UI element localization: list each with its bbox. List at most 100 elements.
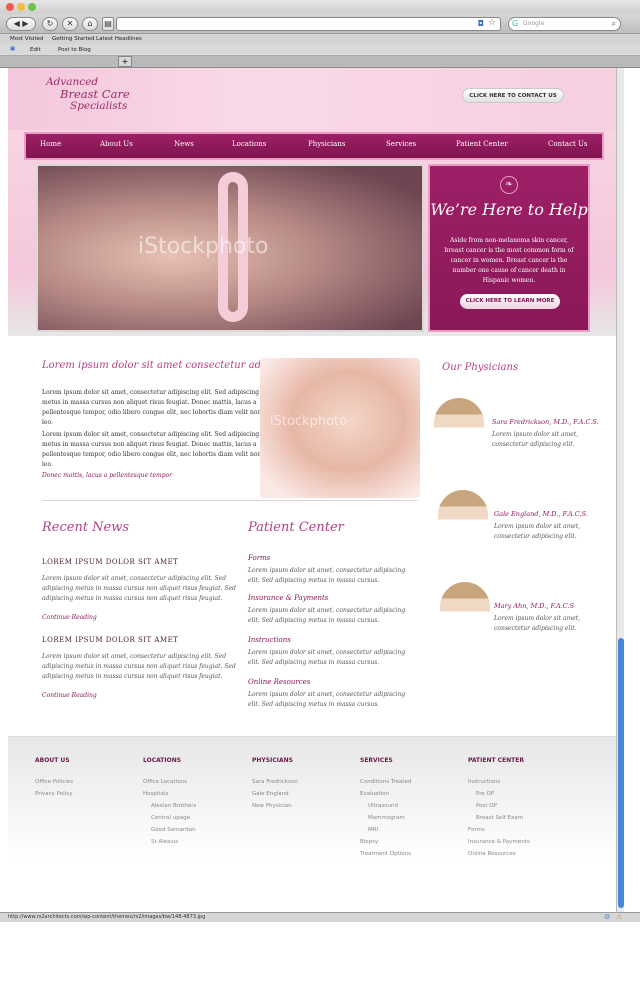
google-icon: G — [512, 19, 519, 28]
search-input[interactable]: Google G ⌕ — [508, 17, 621, 31]
site-logo[interactable]: Advanced Breast Care Specialists — [38, 76, 130, 112]
back-forward-button[interactable]: ◀ ▶ — [6, 17, 36, 31]
nav-news[interactable]: News — [174, 140, 194, 148]
magnifier-icon[interactable]: ⌕ — [612, 18, 616, 30]
physician-text-1: Lorem ipsum dolor sit amet, consectetur … — [492, 431, 579, 448]
intro-link[interactable]: Donec mattis, lacus a pellentesque tempo… — [42, 472, 274, 479]
footer-link-gale-england[interactable]: Gale England — [252, 791, 289, 797]
footer-link-ultrasound[interactable]: Ultrasound — [368, 803, 398, 809]
window-titlebar — [0, 0, 640, 14]
footer-link-mammogram[interactable]: Mammogram — [368, 815, 405, 821]
patient-center-title: Patient Center — [248, 520, 344, 535]
bookmark-getting-started[interactable]: Getting Started — [52, 36, 95, 42]
page-scrollbar[interactable] — [616, 68, 624, 912]
logo-line-2: Breast Care — [60, 87, 130, 101]
rss-icon[interactable]: ◘ — [478, 19, 484, 28]
footer-link-post-op[interactable]: Post OP — [476, 803, 497, 809]
close-window-icon[interactable] — [6, 3, 14, 11]
home-icon[interactable]: ⌂ — [82, 17, 98, 31]
footer-locations-title: LOCATIONS — [143, 757, 182, 764]
extension-icon[interactable]: ▣ — [10, 46, 15, 52]
contact-us-button[interactable]: CLICK HERE TO CONTACT US — [462, 88, 564, 103]
bookmark-star-icon[interactable]: ☆ — [488, 18, 496, 28]
address-bar[interactable]: ◘ ☆ — [116, 17, 501, 31]
minimize-window-icon[interactable] — [17, 3, 25, 11]
news-continue-2[interactable]: Continue Reading — [42, 692, 97, 699]
site-header: Advanced Breast Care Specialists CLICK H… — [8, 68, 616, 130]
search-placeholder: Google — [523, 20, 545, 27]
footer-link-privacy-policy[interactable]: Privacy Policy — [35, 791, 72, 797]
footer-link-forms[interactable]: Forms — [468, 827, 485, 833]
nav-patient-center[interactable]: Patient Center — [456, 140, 508, 148]
physician-photo-2[interactable] — [438, 490, 488, 564]
physician-name-1[interactable]: Sara Fredrickson, M.D., F.A.C.S. — [492, 418, 599, 426]
physician-photo-1[interactable] — [434, 398, 484, 472]
footer-link-hospitals[interactable]: Hospitals — [143, 791, 168, 797]
footer-link-evaluation[interactable]: Evaluation — [360, 791, 389, 797]
new-tab-button[interactable]: + — [118, 56, 132, 67]
nav-services[interactable]: Services — [386, 140, 416, 148]
news-continue-1[interactable]: Continue Reading — [42, 614, 97, 621]
footer-link-mri[interactable]: MRI — [368, 827, 378, 833]
help-title: We’re Here to Help — [430, 200, 588, 219]
stop-icon[interactable]: ✕ — [62, 17, 78, 31]
news-text-2: Lorem ipsum dolor sit amet, consectetur … — [42, 653, 236, 680]
footer-link-office-policies[interactable]: Office Policies — [35, 779, 73, 785]
help-callout: ❧ We’re Here to Help Aside from non-mela… — [428, 164, 590, 332]
bookmark-most-visited[interactable]: Most Visited — [10, 36, 43, 42]
footer-link-insurance-payments[interactable]: Insurance & Payments — [468, 839, 530, 845]
post-to-blog-button[interactable]: Post to Blog — [58, 47, 91, 53]
site-footer: ABOUT US Office Policies Privacy Policy … — [8, 736, 616, 912]
footer-link-good-samaritan[interactable]: Good Samaritan — [151, 827, 196, 833]
footer-link-alexian-brothers[interactable]: Alexian Brothers — [151, 803, 196, 809]
footer-link-sara-fredrickson[interactable]: Sara Fredrickson — [252, 779, 298, 785]
logo-line-3: Specialists — [70, 100, 128, 112]
status-warning-icon[interactable]: ⚠ — [616, 913, 622, 921]
footer-link-instructions[interactable]: Instructions — [468, 779, 500, 785]
footer-link-breast-self-exam[interactable]: Breast Self Exam — [476, 815, 523, 821]
footer-link-new-physician[interactable]: New Physician — [252, 803, 292, 809]
patient-instructions-link[interactable]: Instructions — [248, 636, 291, 644]
status-gear-icon[interactable]: ⚙ — [604, 913, 610, 921]
patient-insurance-link[interactable]: Insurance & Payments — [248, 594, 328, 602]
nav-locations[interactable]: Locations — [232, 140, 266, 148]
bookmarks-bar: Most Visited Getting Started Latest Head… — [0, 34, 640, 44]
browser-toolbar: ◀ ▶ ↻ ✕ ⌂ ▤ ◘ ☆ Google G ⌕ — [0, 14, 640, 34]
patient-forms-link[interactable]: Forms — [248, 554, 270, 562]
footer-link-treatment-options[interactable]: Treatment Options — [360, 851, 411, 857]
footer-link-conditions-treated[interactable]: Conditions Treated — [360, 779, 411, 785]
footer-link-pre-op[interactable]: Pre OP — [476, 791, 494, 797]
learn-more-button[interactable]: CLICK HERE TO LEARN MORE — [460, 294, 560, 309]
footer-link-central-upage[interactable]: Central upage — [151, 815, 190, 821]
footer-link-biopsy[interactable]: Biopsy — [360, 839, 378, 845]
scrollbar-thumb[interactable] — [618, 638, 624, 908]
bookmark-latest-headlines[interactable]: Latest Headlines — [96, 36, 142, 42]
page-viewport: Advanced Breast Care Specialists CLICK H… — [8, 68, 616, 912]
intro-paragraph-2: Lorem ipsum dolor sit amet, consectetur … — [42, 431, 262, 468]
nav-home[interactable]: Home — [40, 140, 61, 148]
news-title: Recent News — [42, 520, 130, 535]
footer-link-office-locations[interactable]: Office Locations — [143, 779, 187, 785]
patient-resources-link[interactable]: Online Resources — [248, 678, 310, 686]
footer-link-st-alexius[interactable]: St Alexius — [151, 839, 178, 845]
news-heading-2[interactable]: LOREM IPSUM DOLOR SIT AMET — [42, 636, 178, 644]
tab-bar: + — [0, 56, 640, 68]
physician-name-3[interactable]: Mary Ahn, M.D., F.A.C.S — [494, 602, 574, 610]
footer-link-online-resources[interactable]: Online Resources — [468, 851, 516, 857]
patient-insurance-text: Lorem ipsum dolor sit amet, consectetur … — [248, 607, 406, 624]
edit-menu[interactable]: Edit — [30, 47, 41, 53]
help-text: Aside from non-melanoma skin cancer, bre… — [444, 237, 574, 284]
nav-contact-us[interactable]: Contact Us — [548, 140, 588, 148]
section-divider — [42, 500, 418, 501]
physician-name-2[interactable]: Gale England, M.D., F.A.C.S. — [494, 510, 588, 518]
zoom-window-icon[interactable] — [28, 3, 36, 11]
nav-about-us[interactable]: About Us — [100, 140, 133, 148]
main-navigation: Home About Us News Locations Physicians … — [24, 132, 604, 160]
patient-resources-text: Lorem ipsum dolor sit amet, consectetur … — [248, 691, 406, 708]
mother-daughter-image: iStockphoto — [260, 358, 420, 498]
news-heading-1[interactable]: LOREM IPSUM DOLOR SIT AMET — [42, 558, 178, 566]
nav-physicians[interactable]: Physicians — [308, 140, 345, 148]
reload-icon[interactable]: ↻ — [42, 17, 58, 31]
hero-watermark: iStockphoto — [138, 234, 269, 259]
physician-photo-3[interactable] — [440, 582, 490, 656]
